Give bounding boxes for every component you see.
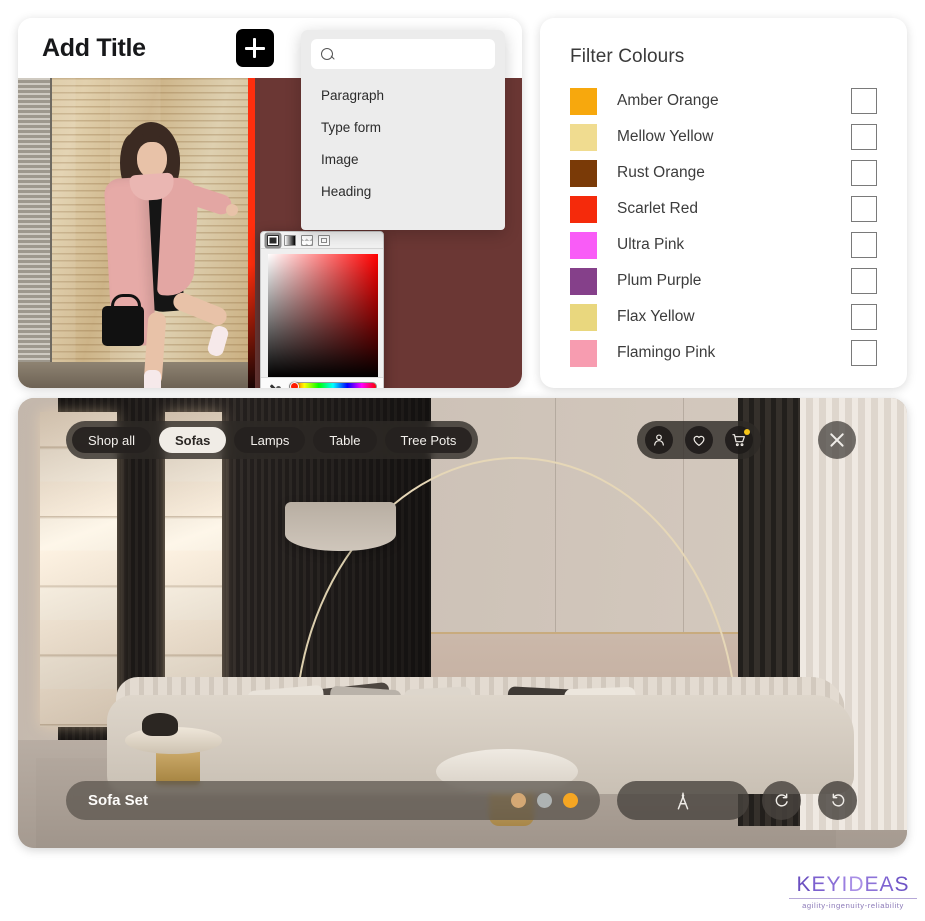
colour-checkbox[interactable] — [851, 304, 877, 330]
nav-pill-sofas[interactable]: Sofas — [158, 427, 227, 453]
solid-color-tab[interactable] — [267, 234, 279, 246]
hue-slider-handle[interactable] — [290, 382, 299, 388]
handbag — [102, 294, 144, 346]
color-picker-toolbar — [261, 232, 383, 249]
logo-letter-d: D — [848, 873, 865, 896]
colour-swatch — [570, 87, 597, 115]
block-search-field[interactable] — [311, 39, 497, 69]
colour-label: Rust Orange — [617, 164, 705, 181]
colour-label: Scarlet Red — [617, 200, 698, 217]
colour-checkbox[interactable] — [851, 196, 877, 222]
logo-letter-y: Y — [826, 873, 842, 896]
menu-item-type-form[interactable]: Type form — [301, 111, 505, 143]
cart-badge — [744, 429, 750, 435]
close-viewer-button[interactable] — [818, 421, 856, 459]
category-nav: Shop all Sofas Lamps Table Tree Pots — [66, 421, 479, 459]
block-type-list: Paragraph Type form Image Heading — [301, 77, 505, 207]
page-title: Add Title — [42, 33, 146, 62]
colour-variant-dots — [511, 793, 578, 808]
shutter-door — [18, 78, 52, 388]
add-block-button[interactable] — [235, 29, 274, 67]
nav-pill-lamps[interactable]: Lamps — [234, 427, 306, 453]
eyedropper-icon[interactable] — [267, 385, 283, 388]
colour-swatch — [570, 303, 597, 331]
colour-checkbox[interactable] — [851, 124, 877, 150]
model-figure — [80, 120, 238, 388]
nav-pill-table[interactable]: Table — [313, 427, 377, 453]
wishlist-heart-icon[interactable] — [685, 426, 713, 454]
colour-label: Flamingo Pink — [617, 344, 716, 361]
cat-figurine — [142, 713, 178, 736]
gradient-tab[interactable] — [284, 234, 296, 246]
color-picker-controls — [261, 377, 383, 388]
viewer-actions — [637, 421, 761, 459]
colour-row-ultra-pink: Ultra Pink — [570, 227, 877, 263]
account-icon[interactable] — [645, 426, 673, 454]
colour-label: Flax Yellow — [617, 308, 695, 325]
colour-swatch — [570, 339, 597, 367]
pattern-tab[interactable] — [301, 234, 313, 246]
colour-row-scarlet-red: Scarlet Red — [570, 191, 877, 227]
redo-button[interactable] — [762, 781, 801, 820]
logo-wordmark: KEYIDEAS — [789, 874, 917, 895]
variant-dot-3[interactable] — [563, 793, 578, 808]
saturation-value-field[interactable] — [268, 254, 378, 377]
colour-checkbox[interactable] — [851, 88, 877, 114]
colour-swatch — [570, 159, 597, 187]
hue-slider[interactable] — [289, 382, 377, 388]
image-tab[interactable] — [318, 234, 330, 246]
colour-row-mellow-yellow: Mellow Yellow — [570, 119, 877, 155]
colour-label: Amber Orange — [617, 92, 719, 109]
menu-item-image[interactable]: Image — [301, 143, 505, 175]
fashion-photo — [18, 78, 248, 388]
colour-label: Ultra Pink — [617, 236, 685, 253]
search-icon — [321, 47, 334, 61]
logo-letter-e2: E — [864, 873, 880, 896]
undo-button[interactable] — [818, 781, 857, 820]
logo-divider — [789, 898, 917, 899]
filter-colours-card: Filter Colours Amber Orange Mellow Yello… — [540, 18, 907, 388]
lamp-shade — [284, 501, 396, 551]
red-accent-strip — [248, 78, 255, 388]
colour-row-plum-purple: Plum Purple — [570, 263, 877, 299]
colour-row-rust-orange: Rust Orange — [570, 155, 877, 191]
search-input[interactable] — [342, 47, 497, 61]
close-icon — [828, 431, 846, 449]
product-name: Sofa Set — [88, 792, 149, 809]
measure-tool-button[interactable] — [617, 781, 749, 820]
screen-root: Add Title Paragraph Type form Image Head… — [0, 0, 925, 921]
colour-label: Mellow Yellow — [617, 128, 714, 145]
colour-row-flax-yellow: Flax Yellow — [570, 299, 877, 335]
colour-checkbox[interactable] — [851, 340, 877, 366]
menu-item-heading[interactable]: Heading — [301, 175, 505, 207]
colour-row-amber-orange: Amber Orange — [570, 83, 877, 119]
colour-swatch — [570, 267, 597, 295]
filter-colours-title: Filter Colours — [570, 46, 685, 67]
keyideas-logo: KEYIDEAS agility-ingenuity-reliability — [789, 874, 917, 910]
colour-swatch — [570, 195, 597, 223]
block-type-dropdown: Paragraph Type form Image Heading — [301, 30, 505, 230]
cart-icon[interactable] — [725, 426, 753, 454]
colour-swatch — [570, 231, 597, 259]
colour-label: Plum Purple — [617, 272, 702, 289]
colour-checkbox[interactable] — [851, 160, 877, 186]
colour-checkbox[interactable] — [851, 268, 877, 294]
block-search-wrap — [301, 30, 505, 77]
nav-pill-tree-pots[interactable]: Tree Pots — [384, 427, 473, 453]
colour-row-flamingo-pink: Flamingo Pink — [570, 335, 877, 371]
colour-swatch — [570, 123, 597, 151]
nav-pill-shop-all[interactable]: Shop all — [72, 427, 151, 453]
color-picker-popover[interactable] — [260, 231, 384, 388]
logo-letter-s: S — [894, 873, 910, 896]
logo-letter-e1: E — [811, 873, 827, 896]
logo-tagline: agility-ingenuity-reliability — [802, 901, 904, 910]
product-bar: Sofa Set — [66, 781, 600, 820]
variant-dot-2[interactable] — [537, 793, 552, 808]
menu-item-paragraph[interactable]: Paragraph — [301, 79, 505, 111]
variant-dot-1[interactable] — [511, 793, 526, 808]
colour-checkbox[interactable] — [851, 232, 877, 258]
logo-letter-a: A — [879, 873, 895, 896]
logo-letter-k: K — [796, 873, 812, 896]
